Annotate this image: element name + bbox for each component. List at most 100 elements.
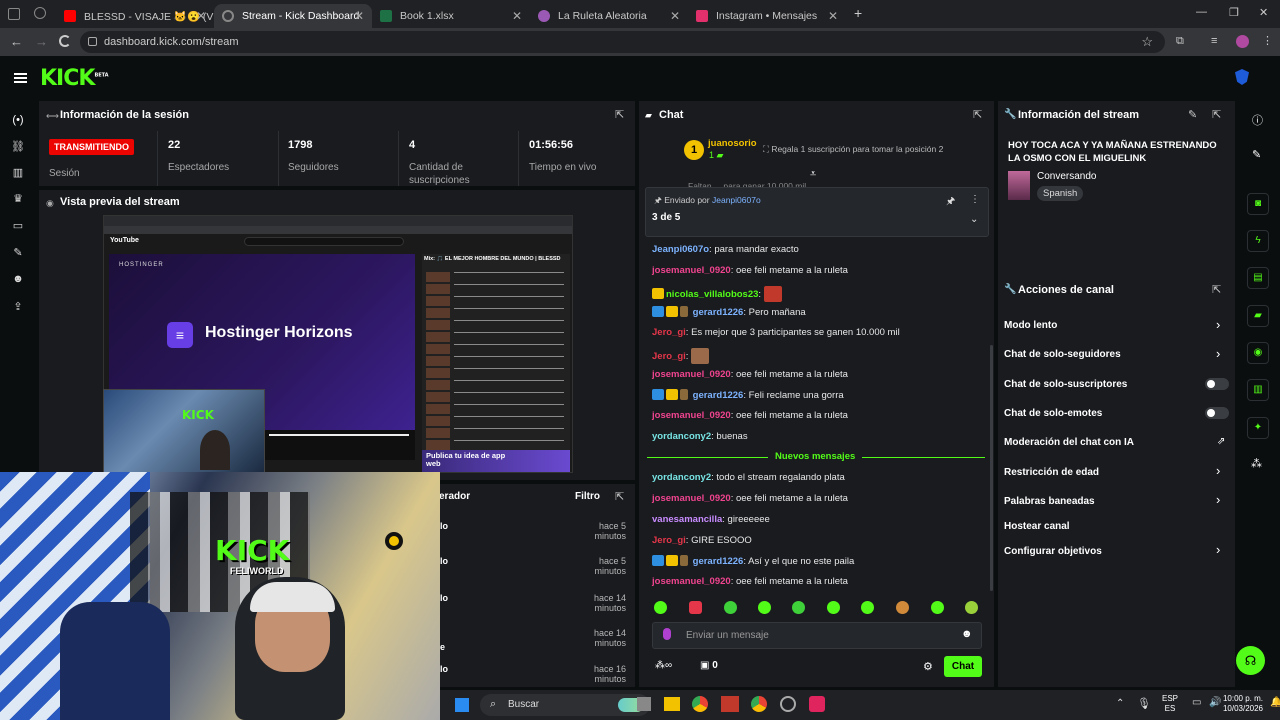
points-display[interactable]: ▣ 0 [700,660,718,671]
chat-message[interactable]: Jero_gi: GIRE ESOOO [652,535,752,546]
extensions-icon[interactable]: ⧉ [1176,35,1184,48]
filter-button[interactable]: Filtro [575,491,600,502]
chevron-right-icon[interactable]: › [1216,346,1220,361]
mic-icon[interactable] [663,628,671,640]
chat-message[interactable]: gerard1226: Feli reclame una gorra [652,389,844,401]
close-tab-icon[interactable]: ✕ [354,9,364,23]
collapse-icon[interactable]: ⩡ [810,168,816,181]
reload-icon[interactable] [59,35,71,47]
edit-pencil-icon[interactable]: ✎ [1188,108,1197,121]
globe-icon[interactable] [34,7,46,19]
menu-kebab-icon[interactable]: ⋮ [1262,34,1273,47]
channel-points-icon[interactable]: ⁂∞ [655,660,672,671]
more-icon[interactable]: ⁂ [1251,457,1262,470]
close-tab-icon[interactable]: ✕ [512,9,522,23]
emote-icon[interactable] [896,601,909,614]
wrench-icon[interactable]: ✦ [1247,417,1269,439]
age-restriction-action[interactable]: Restricción de edad [1004,467,1099,478]
language-indicator[interactable]: ESP ES [1162,694,1178,714]
popout-icon[interactable]: ⇱ [615,108,624,121]
analytics-icon[interactable]: ▥ [11,166,25,179]
tools-icon[interactable]: ✎ [11,246,25,259]
chat-message[interactable]: josemanuel_0920: oee feli metame a la ru… [652,369,848,380]
chat-message[interactable]: vanesamancilla: gireeeeee [652,514,770,525]
chevron-right-icon[interactable]: › [1216,463,1220,478]
help-support-button[interactable]: ☊ [1236,646,1265,675]
minimize-icon[interactable]: — [1196,6,1207,18]
subscribers-only-toggle[interactable] [1205,378,1229,390]
lightning-icon[interactable]: ϟ [1247,230,1269,252]
chat-message[interactable]: yordancony2: todo el stream regalando pl… [652,472,845,483]
profile-avatar[interactable] [1236,35,1249,48]
pinned-message[interactable]: 🖈 Enviado por Jeanpi0607o 3 de 5 🖈 ⋮ ⌄ [645,187,989,237]
emote-icon[interactable] [689,601,702,614]
tiktok-icon[interactable] [809,696,825,712]
info-icon[interactable]: ⓘ [1252,112,1263,128]
address-bar[interactable]: dashboard.kick.com/stream ☆ [80,31,1165,53]
obs-icon[interactable] [780,696,796,712]
send-chat-button[interactable]: Chat [944,656,982,677]
file-explorer-icon[interactable] [664,697,680,711]
followers-only-action[interactable]: Chat de solo-seguidores [1004,349,1121,360]
maximize-icon[interactable]: ❐ [1229,6,1239,19]
tab-actions-icon[interactable] [8,8,20,20]
emote-icon[interactable] [792,601,805,614]
chat-scrollbar[interactable] [990,345,993,591]
emote-icon[interactable] [758,601,771,614]
clock[interactable]: 10:00 p. m. 10/03/2026 [1213,694,1263,714]
chat-message[interactable]: gerard1226: Así y el que no este paila [652,555,854,567]
link-icon[interactable]: ⛓ [11,140,25,153]
upload-icon[interactable]: ⇪ [11,300,25,313]
camera-icon[interactable]: ◙ [1247,193,1269,215]
chevron-right-icon[interactable]: › [1216,542,1220,557]
chevron-right-icon[interactable]: › [1216,492,1220,507]
users-icon[interactable]: ☻ [11,273,25,285]
broadcast-icon[interactable]: ◉ [1247,342,1269,364]
bookmark-star-icon[interactable]: ☆ [1141,34,1153,50]
close-window-icon[interactable]: ✕ [1259,6,1268,19]
emoji-picker-icon[interactable]: ☻ [961,628,973,640]
popout-icon[interactable]: ⇱ [1212,283,1221,296]
site-info-icon[interactable] [88,37,97,46]
tray-chevron-icon[interactable]: ⌃ [1116,698,1124,709]
chat-message[interactable]: Jeanpi0607o: para mandar exacto [652,244,799,255]
windows-start-icon[interactable] [454,697,470,713]
chat-bubble-icon[interactable]: ▰ [1247,305,1269,327]
new-tab-icon[interactable]: + [854,5,862,21]
close-tab-icon[interactable]: ✕ [828,9,838,23]
ai-moderation-action[interactable]: Moderación del chat con IA [1004,437,1134,448]
top-gifter-name[interactable]: juanosorio [708,138,757,149]
emote-icon[interactable] [931,601,944,614]
configure-goals-action[interactable]: Configurar objetivos [1004,546,1102,557]
gift-prompt[interactable]: ⛶ Regala 1 suscripción para tomar la pos… [763,144,943,155]
chat-message[interactable]: josemanuel_0920: oee feli metame a la ru… [652,576,848,587]
tv-icon[interactable]: ▭ [11,219,25,232]
chevron-right-icon[interactable]: › [1216,317,1220,332]
popout-icon[interactable]: ⇱ [615,490,624,503]
banned-words-action[interactable]: Palabras baneadas [1004,496,1095,507]
chat-message[interactable]: gerard1226: Pero mañana [652,306,806,318]
taskbar-search[interactable]: ⌕ Buscar [480,694,650,716]
network-icon[interactable]: ▭ [1192,697,1201,708]
chat-message[interactable]: josemanuel_0920: oee feli metame a la ru… [652,410,848,421]
emotes-only-toggle[interactable] [1205,407,1229,419]
chat-message[interactable]: Jero_gi: [652,348,711,364]
hamburger-menu-icon[interactable] [14,73,27,75]
popout-icon[interactable]: ⇱ [973,108,982,121]
media-icon[interactable]: ≡ [1211,35,1217,47]
emote-icon[interactable] [827,601,840,614]
badge-shield-icon[interactable] [1235,69,1249,85]
chrome-active-icon[interactable] [751,696,767,712]
broadcast-icon[interactable]: (•) [11,114,25,126]
mic-tray-icon[interactable]: 🎙 [1137,697,1151,710]
close-tab-icon[interactable]: ✕ [670,9,680,23]
external-link-icon[interactable]: ⇗ [1217,436,1225,447]
document-icon[interactable]: ▤ [1247,267,1269,289]
close-tab-icon[interactable]: ✕ [196,9,206,23]
emote-icon[interactable] [861,601,874,614]
host-channel-action[interactable]: Hostear canal [1004,521,1070,532]
trophy-icon[interactable]: ♛ [11,192,25,205]
forward-icon[interactable]: → [35,34,48,49]
app-icon[interactable] [721,696,739,712]
popout-icon[interactable]: ⇱ [1212,108,1221,121]
